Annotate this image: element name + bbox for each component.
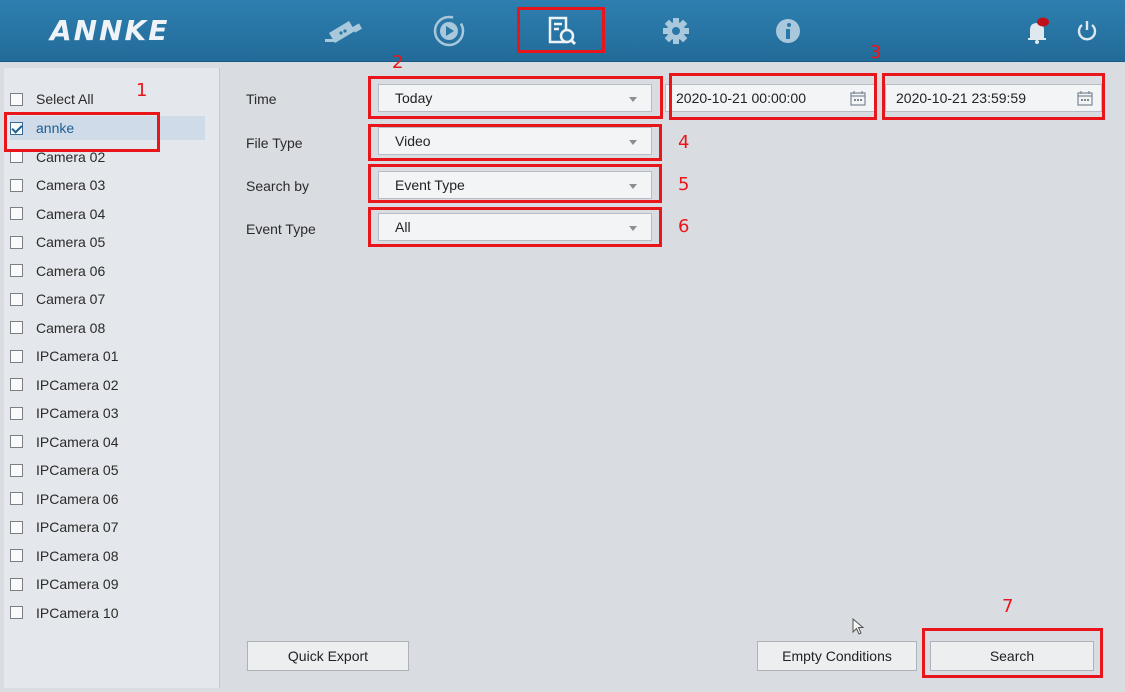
checkbox-icon[interactable] [10,406,23,420]
annotation-box-3a [669,73,877,120]
annotation-number-5: 5 [678,174,690,195]
mouse-cursor-icon [852,618,865,635]
camera-label: IPCamera 04 [36,433,119,450]
annotation-box-6 [368,207,662,247]
time-label: Time [246,91,277,107]
camera-list-item[interactable]: Camera 06 [10,259,205,283]
camera-label: IPCamera 07 [36,519,119,535]
annotation-box-7 [922,628,1103,678]
top-bar: ANNKE [0,0,1125,62]
camera-list-item[interactable]: IPCamera 03 [10,401,205,425]
camera-label: IPCamera 08 [36,547,119,564]
annotation-number-1: 1 [136,80,148,101]
checkbox-icon[interactable] [10,207,23,220]
checkbox-icon[interactable] [10,492,23,505]
camera-list-item[interactable]: IPCamera 07 [10,515,205,539]
checkbox-icon[interactable] [10,378,23,391]
checkbox-icon[interactable] [10,435,23,448]
power-icon[interactable] [1070,13,1104,49]
event-type-label: Event Type [246,221,316,237]
camera-list-item[interactable]: IPCamera 10 [10,601,205,625]
annotation-box-1 [4,112,160,152]
checkbox-icon[interactable] [10,549,23,562]
checkbox-icon[interactable] [10,321,23,334]
checkbox-icon[interactable] [10,577,23,591]
gear-icon[interactable] [652,13,700,49]
checkbox-icon[interactable] [10,292,23,306]
checkbox-icon[interactable] [10,178,23,192]
select-all-checkbox[interactable]: Select All [10,87,205,111]
camera-label: IPCamera 02 [36,376,119,393]
annotation-number-6: 6 [678,216,690,237]
camera-list-item[interactable]: IPCamera 01 [10,344,205,368]
annotation-box-3b [882,73,1105,120]
camera-list-item[interactable]: IPCamera 09 [10,572,205,596]
camera-list-item[interactable]: Camera 03 [10,173,205,197]
brand-logo: ANNKE [50,14,170,47]
camera-list-item[interactable]: IPCamera 04 [10,430,205,454]
annotation-number-4: 4 [678,132,690,153]
file-type-label: File Type [246,135,303,151]
quick-export-button[interactable]: Quick Export [247,641,409,671]
camera-list-item[interactable]: Camera 05 [10,230,205,254]
camera-label: Camera 03 [36,177,106,193]
camera-list-item[interactable]: IPCamera 02 [10,373,205,397]
camera-label: IPCamera 05 [36,462,119,478]
file-search-icon[interactable] [537,13,585,49]
select-all-label: Select All [36,91,94,107]
checkbox-icon[interactable] [10,520,23,534]
empty-conditions-button[interactable]: Empty Conditions [757,641,917,671]
camera-label: IPCamera 06 [36,490,119,507]
camera-label: IPCamera 09 [36,576,119,592]
annotation-number-2: 2 [392,52,404,73]
checkbox-icon[interactable] [10,264,23,277]
camera-label: Camera 08 [36,319,106,336]
camera-label: IPCamera 01 [36,348,119,364]
camera-label: Camera 07 [36,291,106,307]
annotation-box-5 [368,164,662,203]
bell-icon[interactable] [1020,13,1054,49]
annotation-box-2 [368,76,663,119]
annotation-box-4 [368,124,662,161]
camera-list-item[interactable]: IPCamera 06 [10,487,205,511]
checkbox-icon[interactable] [10,349,23,363]
camera-label: Camera 04 [36,205,106,222]
camera-list-item[interactable]: Camera 08 [10,316,205,340]
camera-label: IPCamera 10 [36,604,119,621]
camera-list-item[interactable]: Camera 07 [10,287,205,311]
info-icon[interactable] [764,13,812,49]
camera-list-item[interactable]: IPCamera 08 [10,544,205,568]
annotation-number-7: 7 [1002,596,1014,617]
annotation-number-3: 3 [870,42,882,63]
camera-label: IPCamera 03 [36,405,119,421]
playback-icon[interactable] [425,13,473,49]
search-by-label: Search by [246,178,310,194]
checkbox-icon[interactable] [10,463,23,477]
camera-list-item[interactable]: Camera 04 [10,202,205,226]
checkbox-icon[interactable] [10,92,23,106]
camera-list-item[interactable]: IPCamera 05 [10,458,205,482]
camera-label: Camera 05 [36,234,106,250]
checkbox-icon[interactable] [10,235,23,249]
checkbox-icon[interactable] [10,606,23,619]
camera-icon[interactable] [318,13,366,49]
camera-label: Camera 06 [36,262,106,279]
